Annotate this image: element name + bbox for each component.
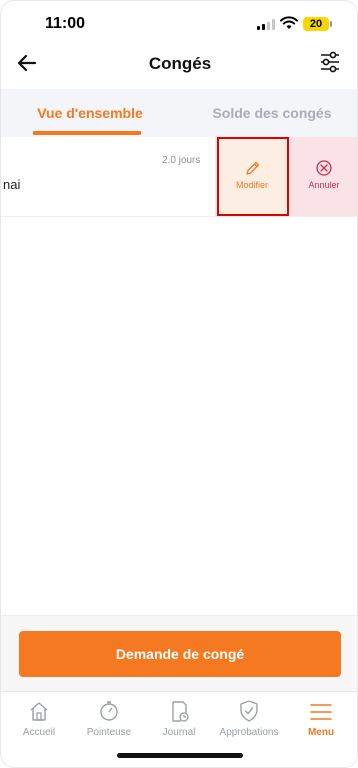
nav-label: Menu bbox=[307, 727, 335, 738]
page-title: Congés bbox=[148, 54, 212, 73]
nav-label: Pointeuse bbox=[86, 727, 132, 738]
filter-sliders-icon[interactable] bbox=[319, 51, 341, 73]
active-tab-indicator bbox=[33, 131, 141, 135]
nav-label: Approbations bbox=[219, 727, 279, 738]
phone-screen: 11:00 20 Congés Vue d'ensemble Solde des… bbox=[0, 0, 358, 768]
nav-item-menu[interactable]: Menu bbox=[286, 698, 356, 742]
leave-list-item[interactable]: 2.0 jours nai Modifier Annuler bbox=[1, 137, 357, 217]
nav-item-approbations[interactable]: Approbations bbox=[214, 698, 284, 742]
battery-tip bbox=[330, 21, 332, 27]
cancel-label: Annuler bbox=[308, 180, 340, 190]
tab-leave-balance[interactable]: Solde des congés bbox=[197, 89, 347, 137]
signal-icon bbox=[257, 19, 275, 30]
nav-item-pointeuse[interactable]: Pointeuse bbox=[74, 698, 144, 742]
shield-check-icon bbox=[240, 700, 258, 722]
leave-date-text: nai bbox=[3, 177, 21, 192]
tab-overview[interactable]: Vue d'ensemble bbox=[19, 89, 161, 137]
pencil-icon bbox=[246, 161, 260, 175]
status-time: 11:00 bbox=[45, 15, 86, 32]
nav-item-home[interactable]: Accueil bbox=[4, 698, 74, 742]
wifi-icon bbox=[280, 16, 298, 29]
cancel-circle-icon bbox=[316, 160, 332, 176]
nav-label: Journal bbox=[162, 727, 196, 738]
edit-label: Modifier bbox=[235, 180, 268, 190]
stopwatch-icon bbox=[100, 701, 118, 721]
leave-request-button[interactable]: Demande de congé bbox=[19, 631, 341, 677]
battery-indicator: 20 bbox=[303, 17, 329, 31]
journal-icon bbox=[172, 701, 189, 722]
nav-item-journal[interactable]: Journal bbox=[144, 698, 214, 742]
nav-label: Accueil bbox=[22, 727, 56, 738]
tab-bar: Vue d'ensemble Solde des congés bbox=[1, 89, 357, 137]
menu-icon bbox=[310, 704, 332, 720]
app-header: Congés bbox=[1, 45, 357, 85]
home-icon bbox=[30, 702, 48, 721]
home-indicator bbox=[117, 753, 243, 758]
edit-leave-button[interactable]: Modifier bbox=[215, 137, 289, 216]
cancel-leave-button[interactable]: Annuler bbox=[289, 137, 357, 216]
leave-duration: 2.0 jours bbox=[162, 155, 201, 166]
status-bar: 11:00 20 bbox=[1, 1, 357, 45]
